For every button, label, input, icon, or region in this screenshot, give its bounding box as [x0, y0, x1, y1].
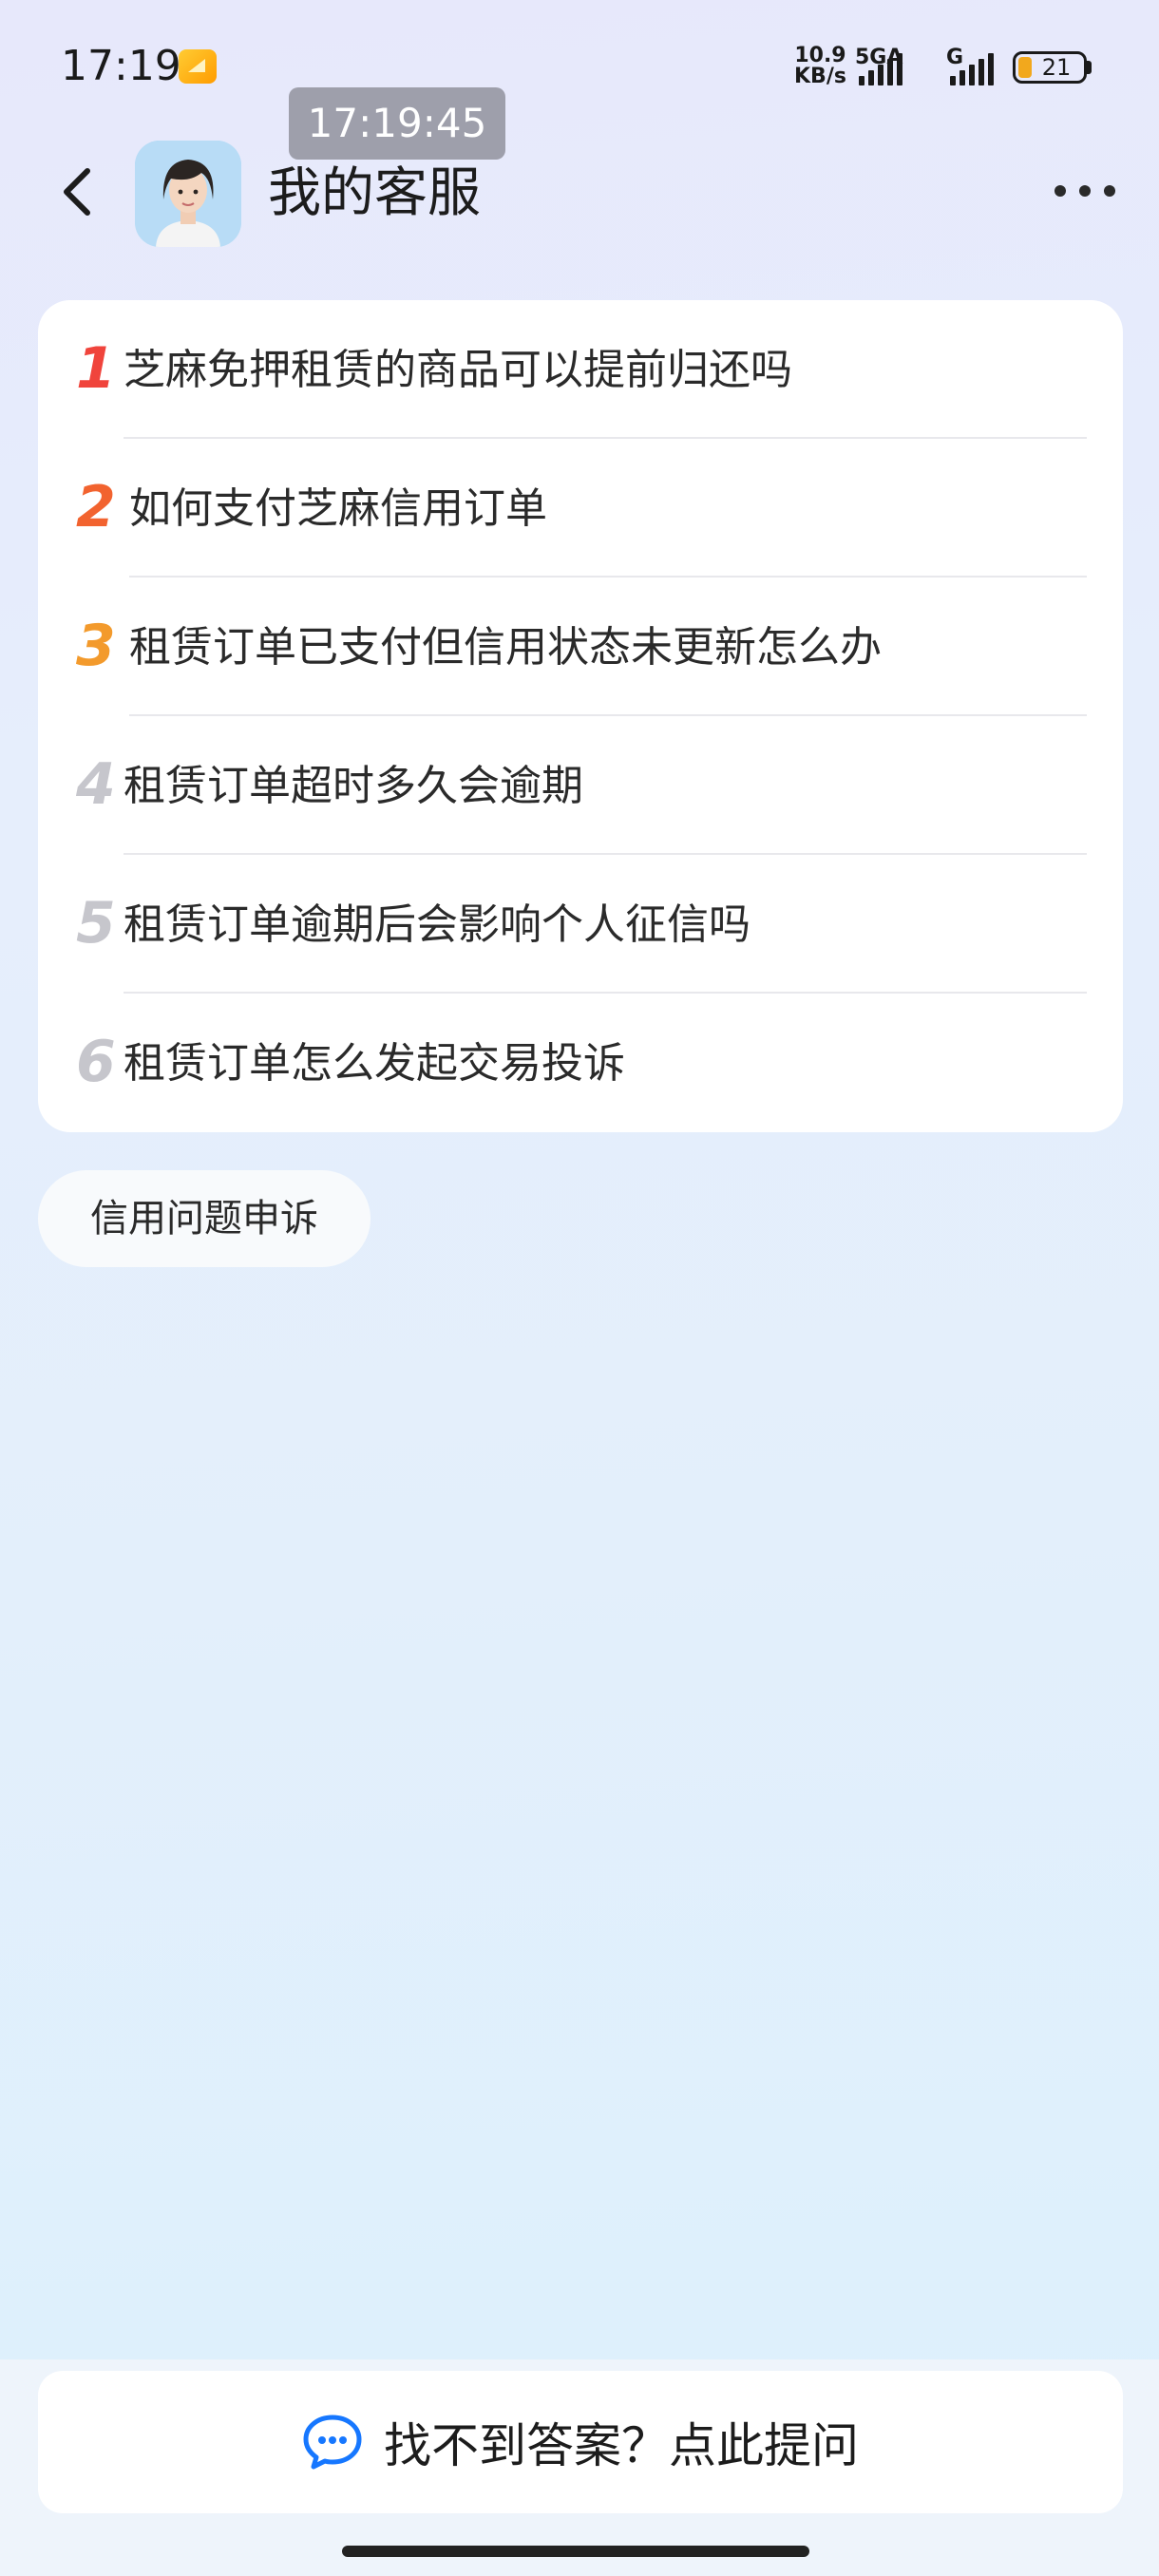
header: 我的客服	[0, 133, 1159, 256]
more-options-button[interactable]	[1054, 177, 1115, 205]
battery-level: 21	[1041, 54, 1072, 81]
faq-question: 如何支付芝麻信用订单	[129, 484, 547, 533]
more-dot	[1054, 185, 1066, 197]
faq-rank: 4	[76, 751, 116, 818]
chat-bubble-icon	[303, 2415, 362, 2470]
faq-question: 租赁订单怎么发起交易投诉	[124, 1039, 625, 1088]
battery-icon: 21	[1013, 51, 1087, 84]
faq-rank: 6	[76, 1029, 116, 1095]
avatar-image	[135, 141, 241, 247]
chevron-left-icon	[64, 168, 90, 216]
faq-card: 1 芝麻免押租赁的商品可以提前归还吗 2 如何支付芝麻信用订单 3 租赁订单已支…	[38, 300, 1123, 1132]
more-dot	[1079, 185, 1091, 197]
faq-question: 租赁订单已支付但信用状态未更新怎么办	[129, 623, 882, 672]
ask-question-label: 找不到答案？点此提问	[384, 2418, 859, 2473]
faq-item[interactable]: 1 芝麻免押租赁的商品可以提前归还吗	[38, 300, 1123, 439]
credit-appeal-chip[interactable]: 信用问题申诉	[38, 1170, 370, 1267]
agent-avatar[interactable]	[135, 141, 241, 247]
faq-item[interactable]: 6 租赁订单怎么发起交易投诉	[38, 994, 1123, 1132]
back-button[interactable]	[51, 161, 108, 222]
ask-question-button[interactable]: 找不到答案？点此提问	[38, 2371, 1123, 2513]
faq-item[interactable]: 5 租赁订单逾期后会影响个人征信吗	[38, 855, 1123, 994]
faq-item[interactable]: 2 如何支付芝麻信用订单	[38, 439, 1123, 578]
faq-rank: 3	[76, 613, 116, 679]
faq-item[interactable]: 4 租赁订单超时多久会逾期	[38, 716, 1123, 855]
battery-cap	[1087, 61, 1092, 74]
status-bar: 17:19 10.9 KB/s 5GA G 21	[0, 0, 1159, 133]
faq-question: 租赁订单超时多久会逾期	[124, 762, 583, 810]
faq-rank: 2	[76, 474, 116, 540]
network-speed-value: 10.9	[794, 44, 846, 67]
faq-item[interactable]: 3 租赁订单已支付但信用状态未更新怎么办	[38, 578, 1123, 716]
faq-question: 租赁订单逾期后会影响个人征信吗	[124, 900, 750, 949]
network-speed: 10.9 KB/s	[794, 46, 846, 87]
home-indicator[interactable]	[342, 2546, 809, 2557]
network-speed-unit: KB/s	[794, 65, 846, 88]
faq-rank: 1	[76, 335, 116, 402]
more-dot	[1104, 185, 1115, 197]
faq-question: 芝麻免押租赁的商品可以提前归还吗	[124, 346, 792, 394]
sim2-signal-icon: G	[946, 46, 999, 85]
faq-rank: 5	[76, 890, 116, 957]
page-title: 我的客服	[268, 162, 481, 224]
status-time: 17:19	[61, 42, 181, 90]
sim1-signal-icon: 5GA	[855, 46, 937, 85]
notification-app-icon	[179, 49, 217, 84]
